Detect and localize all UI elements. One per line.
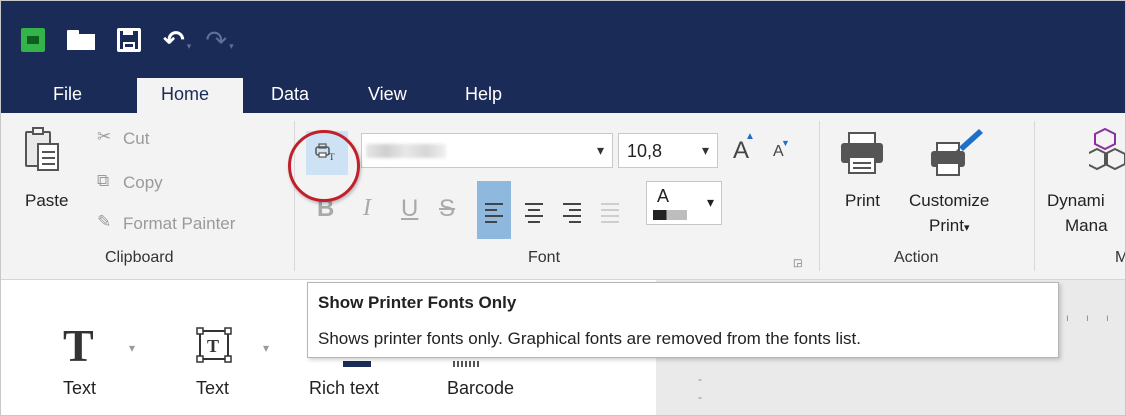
- ruler-tick: ı: [1066, 313, 1069, 324]
- format-painter-button[interactable]: Format Painter: [123, 214, 235, 234]
- tab-help[interactable]: Help: [465, 84, 502, 105]
- application-window: ↶ ▾ ↷ ▾ File Data View Help Home Paste ✂ C…: [0, 0, 1126, 416]
- highlight-circle-annotation: [288, 130, 360, 202]
- chevron-down-icon: ▾: [963, 222, 970, 234]
- text-object-icon[interactable]: T: [63, 319, 94, 372]
- text-object-label[interactable]: Text: [63, 378, 96, 399]
- format-painter-icon: ✎: [97, 212, 112, 231]
- tab-data[interactable]: Data: [271, 84, 309, 105]
- barcode-icon[interactable]: [453, 361, 481, 367]
- print-button[interactable]: Print: [845, 191, 880, 211]
- text-box-icon[interactable]: T: [196, 327, 232, 363]
- arrow-down-icon: ▼: [781, 138, 790, 148]
- font-size-combobox[interactable]: 10,8 ▾: [618, 133, 718, 168]
- paste-icon[interactable]: [25, 127, 61, 173]
- chevron-down-icon[interactable]: ▾: [707, 194, 714, 211]
- ribbon: Paste ✂ Cut ⧉ Copy ✎ Format Painter Clip…: [1, 113, 1126, 280]
- customize-print-line2: Print: [929, 216, 964, 235]
- arrow-up-icon: ▲: [745, 131, 755, 142]
- tooltip-description: Shows printer fonts only. Graphical font…: [318, 329, 861, 348]
- shrink-font-button[interactable]: A ▼: [773, 138, 790, 161]
- undo-icon: ↶: [163, 24, 185, 55]
- tab-file[interactable]: File: [53, 84, 82, 105]
- italic-button[interactable]: I: [363, 195, 371, 222]
- save-icon[interactable]: [117, 28, 141, 52]
- dynamic-data-manager-line2[interactable]: Mana: [1065, 216, 1108, 236]
- grow-font-button[interactable]: A ▲: [733, 131, 755, 165]
- cut-icon: ✂: [97, 127, 112, 146]
- customize-print-line1[interactable]: Customize: [909, 191, 989, 211]
- undo-button[interactable]: ↶ ▾: [163, 27, 191, 54]
- group-separator: [1034, 121, 1035, 271]
- cut-button[interactable]: Cut: [123, 129, 149, 149]
- tooltip-title: Show Printer Fonts Only: [318, 293, 517, 312]
- undo-dropdown-caret[interactable]: ▾: [187, 41, 192, 51]
- action-group-label: Action: [894, 249, 939, 266]
- justify-icon: [601, 203, 619, 227]
- align-right-button[interactable]: [555, 181, 589, 239]
- chevron-down-icon[interactable]: ▾: [597, 142, 604, 159]
- ruler-tick: -: [698, 390, 702, 404]
- ruler-tick: ı: [1106, 313, 1109, 324]
- font-color-letter: A: [657, 186, 670, 206]
- app-icon: [21, 28, 45, 52]
- tab-home-label: Home: [161, 84, 210, 104]
- barcode-object-label[interactable]: Barcode: [447, 378, 514, 399]
- align-left-icon: [485, 203, 503, 227]
- dynamic-data-manager-line1[interactable]: Dynami: [1047, 191, 1105, 211]
- align-center-button[interactable]: [517, 181, 551, 239]
- customize-print-button[interactable]: Print▾: [929, 216, 970, 236]
- font-size-value: 10,8: [627, 141, 663, 161]
- tab-view[interactable]: View: [368, 84, 407, 105]
- rich-text-object-label[interactable]: Rich text: [309, 378, 379, 399]
- align-right-icon: [563, 203, 581, 227]
- quick-access-toolbar: ↶ ▾ ↷ ▾: [21, 25, 256, 55]
- redo-button[interactable]: ↷ ▾: [205, 27, 233, 54]
- customize-print-icon[interactable]: [929, 125, 989, 177]
- align-left-button[interactable]: [477, 181, 511, 239]
- justify-button[interactable]: [593, 181, 627, 239]
- font-color-swatch: [653, 210, 687, 220]
- text-box-object-label[interactable]: Text: [196, 378, 229, 399]
- group-separator: [819, 121, 820, 271]
- tab-home[interactable]: Home: [137, 78, 243, 114]
- align-center-icon: [525, 203, 543, 227]
- ruler-tick: ı: [1086, 313, 1089, 324]
- dialog-launcher-icon[interactable]: ◲: [793, 258, 802, 269]
- rich-text-icon[interactable]: [343, 361, 371, 367]
- font-color-button[interactable]: A ▾: [646, 181, 722, 225]
- redo-dropdown-caret[interactable]: ▾: [229, 41, 234, 51]
- paste-button[interactable]: Paste: [25, 191, 68, 211]
- copy-icon: ⧉: [97, 171, 110, 190]
- copy-button[interactable]: Copy: [123, 173, 163, 193]
- clipboard-group-label: Clipboard: [105, 249, 174, 266]
- font-name-combobox[interactable]: ▾: [361, 133, 613, 168]
- chevron-down-icon[interactable]: ▾: [263, 341, 269, 355]
- redo-icon: ↷: [205, 24, 228, 55]
- tooltip: Show Printer Fonts Only Shows printer fo…: [307, 282, 1059, 358]
- font-group-label: Font: [528, 249, 561, 266]
- chevron-down-icon[interactable]: ▾: [129, 341, 135, 355]
- chevron-down-icon[interactable]: ▾: [702, 142, 709, 159]
- underline-button[interactable]: U: [401, 195, 418, 223]
- dynamic-data-icon[interactable]: [1089, 127, 1126, 173]
- svg-text:T: T: [207, 336, 219, 356]
- strikethrough-button[interactable]: S: [439, 195, 455, 223]
- manage-group-label: M: [1115, 249, 1125, 267]
- print-icon[interactable]: [839, 131, 885, 175]
- ruler-tick: -: [698, 372, 702, 386]
- title-bar: ↶ ▾ ↷ ▾: [1, 1, 1125, 76]
- open-folder-icon[interactable]: [67, 30, 95, 50]
- font-name-value: [366, 144, 446, 158]
